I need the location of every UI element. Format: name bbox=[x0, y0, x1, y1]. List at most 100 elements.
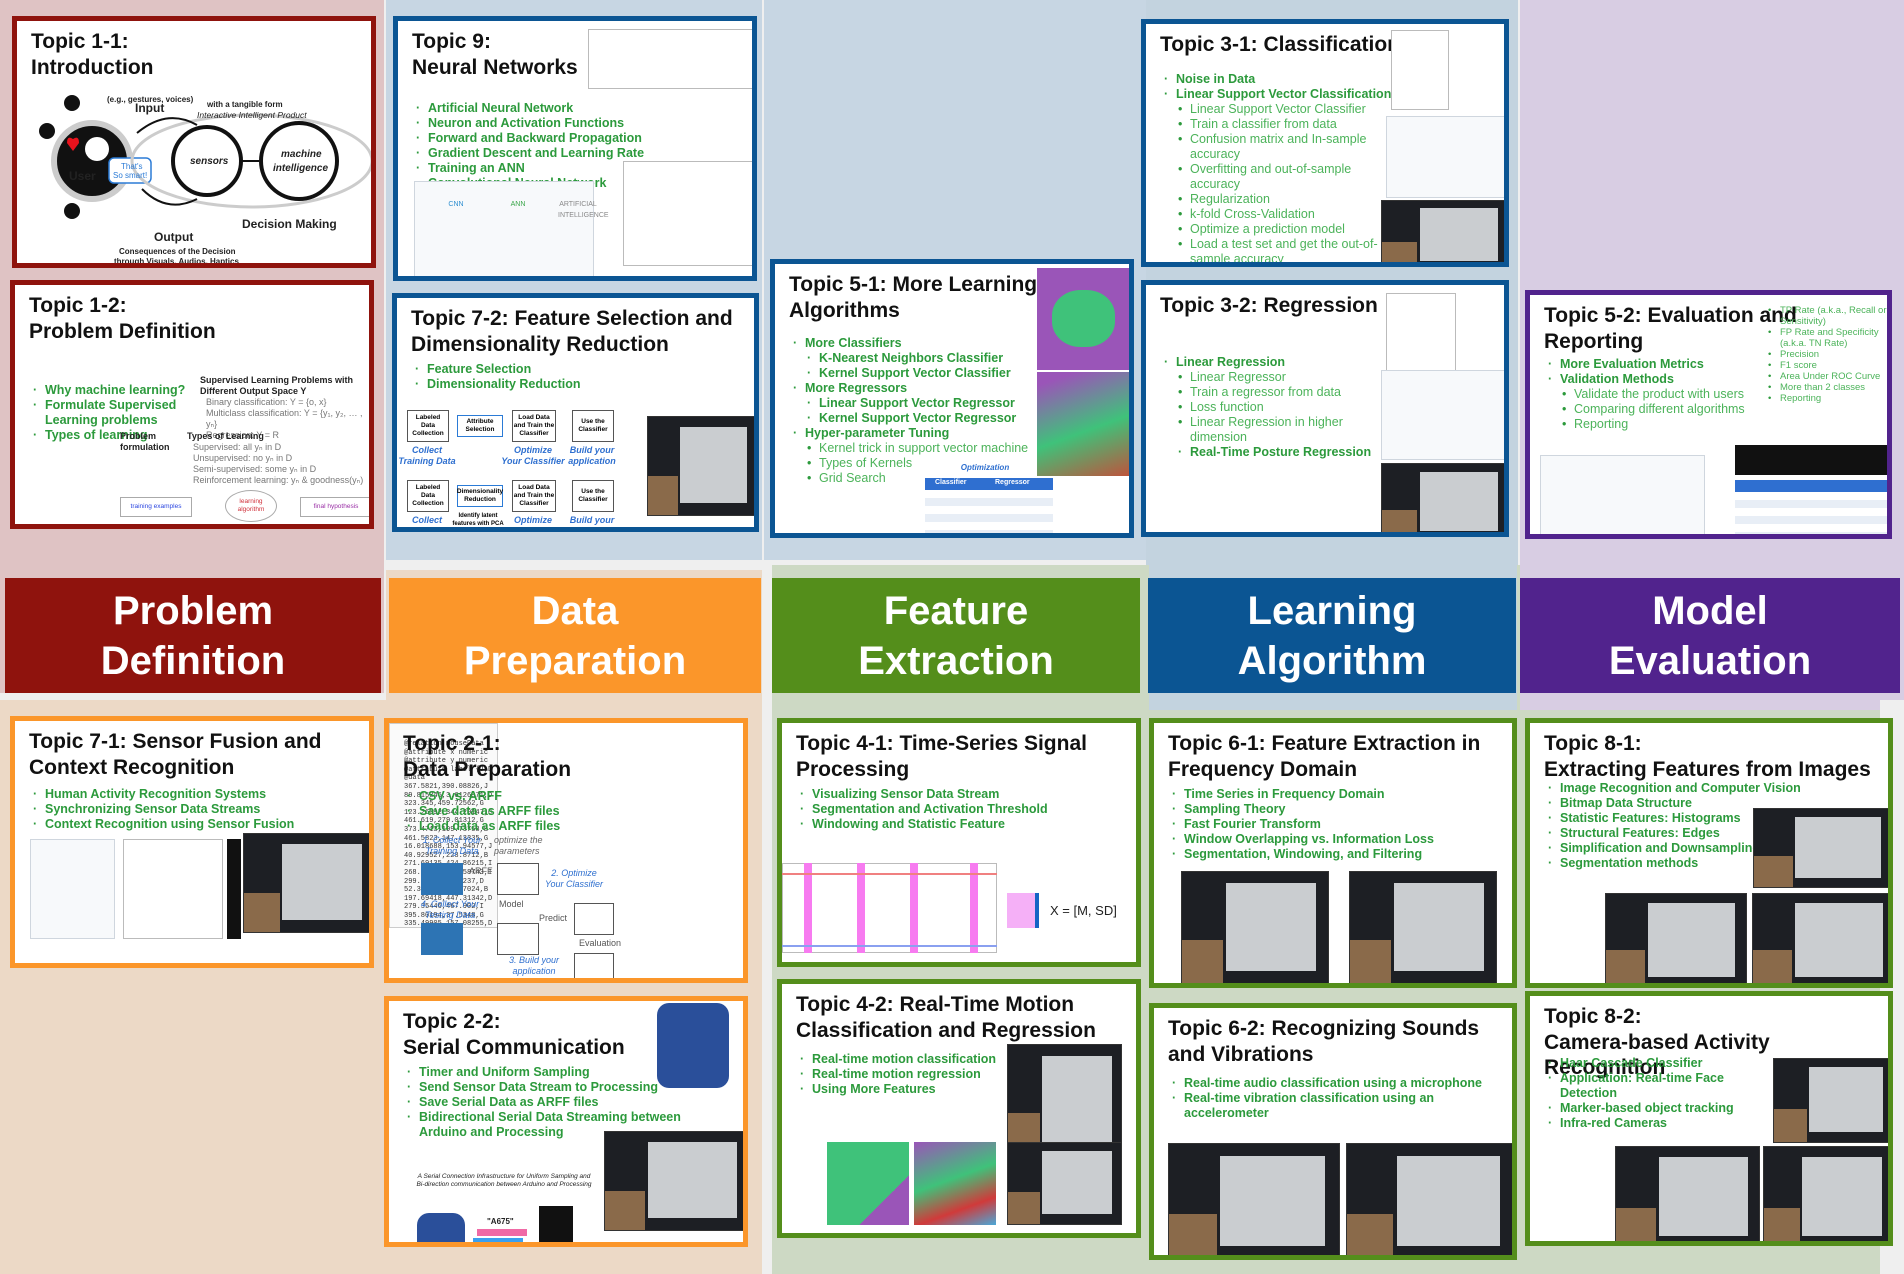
tangible-label: with a tangible form bbox=[207, 100, 283, 109]
train-box bbox=[497, 863, 539, 895]
slide-image bbox=[243, 833, 369, 933]
topic-bullet: Segmentation, Windowing, and Filtering bbox=[1172, 847, 1512, 862]
flow-box: final hypothesis bbox=[300, 497, 369, 517]
slide-image bbox=[657, 1003, 729, 1088]
slide-image bbox=[588, 29, 752, 89]
topic-card-t3-1[interactable]: Topic 3-1: Classification Noise in DataLi… bbox=[1141, 19, 1509, 267]
topic-bullet: Application: Real-time Face Detection bbox=[1548, 1071, 1768, 1101]
optimize-params-label: optimize the parameters bbox=[494, 835, 543, 856]
topic-bullet-list: Real-time audio classification using a m… bbox=[1172, 1076, 1512, 1121]
topic-bullet: Hyper-parameter Tuning bbox=[793, 426, 1063, 441]
product-label: Interactive Intelligent Product bbox=[197, 110, 307, 120]
topic-title: Topic 6-2: Recognizing Sounds and Vibrat… bbox=[1168, 1017, 1480, 1066]
topic-bullet: Real-time motion classification bbox=[800, 1052, 1010, 1067]
topic-bullet: Real-time vibration classification using… bbox=[1172, 1091, 1512, 1121]
topic-bullet: Formulate Supervised Learning problems bbox=[33, 398, 203, 428]
evaluation-label: Evaluation bbox=[579, 938, 622, 948]
slide-image bbox=[1753, 808, 1888, 888]
topic-bullet: Validate the product with users bbox=[1562, 387, 1768, 402]
topic-card-t3-2[interactable]: Topic 3-2: RegressionLinear RegressionLi… bbox=[1141, 280, 1509, 537]
slide-image bbox=[1391, 30, 1449, 110]
input-label: Input bbox=[135, 101, 165, 115]
topic-bullet: Real-time audio classification using a m… bbox=[1172, 1076, 1512, 1091]
topic-title: Topic 3-1: Classification bbox=[1160, 33, 1400, 56]
topic-title: Topic 2-1: Data Preparation bbox=[403, 732, 572, 781]
topic-bullet-list: Human Activity Recognition SystemsSynchr… bbox=[33, 787, 369, 832]
topic-title: Topic 1-2: Problem Definition bbox=[29, 294, 216, 343]
topic-card-t2-1[interactable]: Topic 2-1: Data Preparation CSV vs. ARFFS… bbox=[384, 718, 748, 983]
topic-bullet: Train a regressor from data bbox=[1178, 385, 1394, 400]
topic-card-t4-1[interactable]: Topic 4-1: Time-Series Signal Processing… bbox=[777, 718, 1141, 967]
side-heading: Types of Learning bbox=[187, 431, 264, 441]
slide-image bbox=[827, 1142, 909, 1225]
slide-image bbox=[30, 839, 115, 939]
topic-card-t7-1[interactable]: Topic 7-1: Sensor Fusion and Context Rec… bbox=[10, 716, 374, 968]
slide-image bbox=[623, 161, 752, 266]
metric-item: Area Under ROC Curve bbox=[1768, 371, 1887, 382]
topic-card-t2-2[interactable]: Topic 2-2: Serial CommunicationTimer and… bbox=[384, 996, 748, 1247]
signal-line bbox=[782, 873, 997, 875]
slide-image bbox=[227, 839, 241, 939]
table-header: Classifier bbox=[935, 479, 967, 486]
topic-bullet: Using More Features bbox=[800, 1082, 1010, 1097]
topic-bullet: Artificial Neural Network bbox=[416, 101, 746, 116]
machine-intelligence-circle bbox=[259, 121, 339, 201]
topic-bullet: Infra-red Cameras bbox=[1548, 1116, 1768, 1131]
topic-bullet: Window Overlapping vs. Information Loss bbox=[1172, 832, 1512, 847]
topic-card-t6-1[interactable]: Topic 6-1: Feature Extraction in Frequen… bbox=[1149, 718, 1517, 988]
collect-label: Collect Training Data bbox=[398, 445, 456, 466]
topic-card-t5-2[interactable]: Topic 5-2: Evaluation and ReportingMore … bbox=[1525, 290, 1892, 539]
stage-model-evaluation: Model Evaluation bbox=[1520, 578, 1900, 693]
side-item: Binary classification: Y = {o, x} bbox=[206, 397, 327, 407]
topic-card-t8-2[interactable]: Topic 8-2: Camera-based Activity Recogni… bbox=[1525, 991, 1893, 1246]
slide-image bbox=[1346, 1143, 1512, 1255]
topic-card-t8-1[interactable]: Topic 8-1: Extracting Features from Imag… bbox=[1525, 718, 1893, 988]
metric-item: Precision bbox=[1768, 349, 1887, 360]
topic-bullet-list: More Evaluation MetricsValidation Method… bbox=[1548, 357, 1768, 432]
metric-item: Reporting bbox=[1768, 393, 1887, 404]
labeled-data-box: Labeled Data Collection bbox=[407, 410, 449, 442]
slide-image bbox=[417, 1213, 465, 1242]
topic-card-t6-2[interactable]: Topic 6-2: Recognizing Sounds and Vibrat… bbox=[1149, 1003, 1517, 1260]
build-label: Build your application bbox=[568, 445, 616, 466]
selection-box: Attribute Selection bbox=[457, 415, 503, 437]
use-classifier-box bbox=[497, 923, 539, 955]
side-item: Reinforcement learning: yₙ & goodness(yₙ… bbox=[193, 475, 364, 485]
activation-segment bbox=[970, 863, 978, 953]
topic-title: Topic 4-1: Time-Series Signal Processing bbox=[796, 732, 1087, 781]
topic-card-t7-2[interactable]: Topic 7-2: Feature Selection and Dimensi… bbox=[392, 293, 759, 532]
topic-title: Topic 8-1: Extracting Features from Imag… bbox=[1544, 732, 1871, 781]
decision-label: Decision Making bbox=[242, 217, 337, 231]
topic-bullet-list: Noise in DataLinear Support Vector Class… bbox=[1164, 72, 1394, 262]
topic-bullet: Optimize a prediction model bbox=[1178, 222, 1394, 237]
use-classifier-box: Use the Classifier bbox=[572, 480, 614, 512]
venn-label: ANN bbox=[510, 201, 526, 208]
flow-box: learning algorithm bbox=[225, 490, 277, 522]
activation-segment bbox=[857, 863, 865, 953]
topic-bullet: CSV vs. ARFF bbox=[407, 789, 607, 804]
topic-card-t1-1[interactable]: Topic 1-1: Introduction (e.g., gestures,… bbox=[12, 16, 376, 268]
topic-bullet: Real-time motion regression bbox=[800, 1067, 1010, 1082]
collect-testing-label: 4. Collect Your Testing Data bbox=[420, 899, 480, 920]
topic-bullet: Linear Support Vector Classifier bbox=[1178, 102, 1394, 117]
slide-image bbox=[1381, 463, 1504, 532]
topic-card-t4-2[interactable]: Topic 4-2: Real-Time Motion Classificati… bbox=[777, 979, 1141, 1238]
topic-bullet: Regularization bbox=[1178, 192, 1394, 207]
topic-card-t9[interactable]: Topic 9: Neural Networks Artificial Neura… bbox=[393, 16, 757, 281]
consequences2-label: through Visuals, Audios, Haptics bbox=[114, 257, 239, 266]
slide-image bbox=[1381, 370, 1504, 460]
topic-title: Topic 4-2: Real-Time Motion Classificati… bbox=[796, 993, 1096, 1042]
topic-bullet: Overfitting and out-of-sample accuracy bbox=[1178, 162, 1394, 192]
topic-bullet: Linear Regressor bbox=[1178, 370, 1394, 385]
slide-image bbox=[1763, 1146, 1888, 1241]
topic-bullet-list: Feature SelectionDimensionality Reductio… bbox=[415, 362, 754, 392]
flow-box: training examples bbox=[120, 497, 192, 517]
topic-card-t5-1[interactable]: Topic 5-1: More Learning Algorithms More … bbox=[770, 259, 1134, 538]
unlabeled-data-box bbox=[421, 923, 463, 955]
topic-card-t1-2[interactable]: Topic 1-2: Problem Definition Why machine… bbox=[10, 280, 374, 529]
topic-title: Topic 3-2: Regression bbox=[1160, 294, 1378, 317]
baseline bbox=[782, 945, 997, 947]
topic-title: Topic 1-1: Introduction bbox=[31, 30, 154, 79]
topic-bullet: k-fold Cross-Validation bbox=[1178, 207, 1394, 222]
metric-item: TP Rate (a.k.a., Recall or Sensitivity) bbox=[1768, 305, 1887, 327]
